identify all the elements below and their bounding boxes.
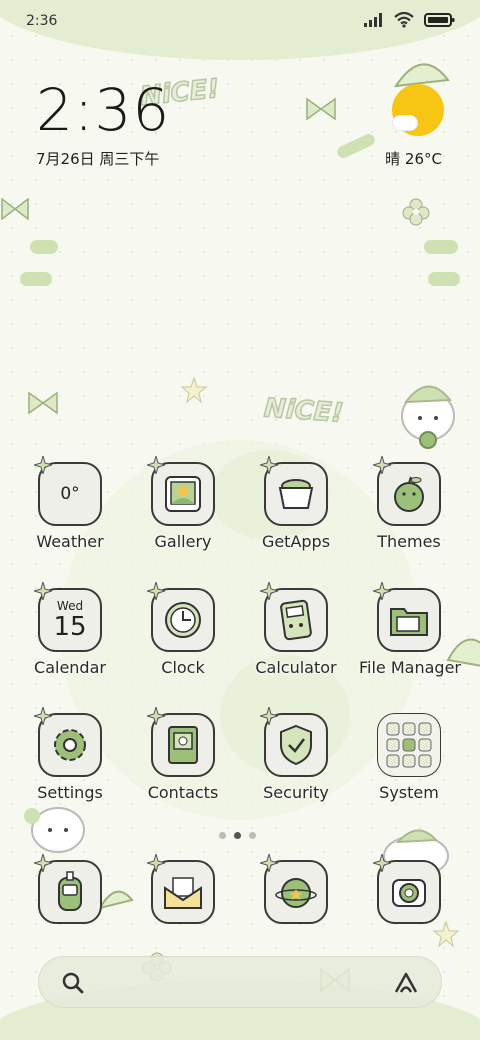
app-label: Calendar xyxy=(34,658,106,677)
app-label: Weather xyxy=(36,532,104,551)
dash-decor xyxy=(424,240,458,254)
envelope-icon[interactable] xyxy=(147,854,215,924)
search-bar[interactable] xyxy=(38,956,442,1008)
apple-icon[interactable] xyxy=(373,456,441,526)
cloud-icon xyxy=(392,115,418,131)
sparkle-icon xyxy=(260,582,278,600)
sparkle-icon xyxy=(147,456,165,474)
app-getapps[interactable]: GetApps xyxy=(246,456,346,551)
signal-icon xyxy=(364,13,382,27)
sparkle-icon xyxy=(373,456,391,474)
apple-planet-icon[interactable] xyxy=(260,854,328,924)
app-clock[interactable]: Clock xyxy=(133,582,233,677)
assistant-icon[interactable] xyxy=(393,971,419,995)
sparkle-icon xyxy=(260,854,278,872)
app-label: Gallery xyxy=(154,532,212,551)
shield-icon[interactable] xyxy=(260,707,328,777)
sparkle-icon xyxy=(147,707,165,725)
weather-temp-text: 0° xyxy=(60,484,80,504)
app-label: Settings xyxy=(37,783,103,802)
nice-decor-text: NiCE! xyxy=(262,393,345,430)
sparkle-icon xyxy=(147,582,165,600)
bow-decor xyxy=(306,97,336,121)
gear-icon[interactable] xyxy=(34,707,102,777)
dash-decor xyxy=(20,272,52,286)
folder-icon[interactable] xyxy=(373,582,441,652)
status-time: 2:36 xyxy=(26,13,58,29)
page-dot[interactable] xyxy=(219,832,226,839)
app-weather[interactable]: 0° Weather xyxy=(20,456,120,551)
calculator-icon[interactable] xyxy=(260,582,328,652)
sparkle-icon xyxy=(260,456,278,474)
dash-decor xyxy=(428,272,460,286)
app-label: Clock xyxy=(161,658,205,677)
camera-icon[interactable] xyxy=(373,854,441,924)
sparkle-icon xyxy=(260,707,278,725)
app-label: System xyxy=(379,783,439,802)
contacts-book-icon[interactable] xyxy=(147,707,215,777)
app-label: GetApps xyxy=(261,532,331,551)
bow-decor xyxy=(1,197,29,221)
calendar-day-text: Wed xyxy=(56,599,84,613)
star-decor xyxy=(180,376,208,404)
weather-app-icon[interactable]: 0° xyxy=(34,456,102,526)
dock-browser[interactable] xyxy=(246,854,346,924)
app-security[interactable]: Security xyxy=(246,707,346,802)
sparkle-icon xyxy=(34,582,52,600)
sparkle-icon xyxy=(373,582,391,600)
sparkle-icon xyxy=(147,854,165,872)
sparkle-icon xyxy=(373,854,391,872)
dock-phone[interactable] xyxy=(20,854,120,924)
flower-decor xyxy=(402,198,430,226)
status-bar: 2:36 xyxy=(0,0,480,40)
app-gallery[interactable]: Gallery xyxy=(133,456,233,551)
calendar-icon[interactable]: Wed 15 xyxy=(34,582,102,652)
bow-decor xyxy=(28,391,58,415)
app-contacts[interactable]: Contacts xyxy=(133,707,233,802)
picture-frame-icon xyxy=(165,476,201,512)
app-settings[interactable]: Settings xyxy=(20,707,120,802)
sparkle-icon xyxy=(34,854,52,872)
app-label: Security xyxy=(263,783,329,802)
folder-grid-icon[interactable] xyxy=(377,713,441,777)
clock-widget-time[interactable]: 2:36 xyxy=(36,80,170,140)
app-calculator[interactable]: Calculator xyxy=(246,582,346,677)
page-indicator[interactable] xyxy=(219,832,256,839)
app-label: File Manager xyxy=(359,658,461,677)
app-label: Calculator xyxy=(255,658,337,677)
shopping-bag-icon[interactable] xyxy=(260,456,328,526)
star-decor xyxy=(432,920,460,948)
battery-icon xyxy=(424,13,455,27)
walkie-phone-icon[interactable] xyxy=(34,854,102,924)
search-icon[interactable] xyxy=(61,971,85,995)
app-label: Contacts xyxy=(147,783,219,802)
weather-widget-text[interactable]: 晴 26°C xyxy=(385,148,442,169)
calendar-date-text: 15 xyxy=(53,612,87,642)
wifi-icon xyxy=(394,12,414,28)
app-label: Themes xyxy=(377,532,441,551)
app-calendar[interactable]: Wed 15 Calendar xyxy=(20,582,120,677)
gallery-icon[interactable] xyxy=(147,456,215,526)
sparkle-icon xyxy=(34,707,52,725)
dock-camera[interactable] xyxy=(359,854,459,924)
app-system-folder[interactable]: System xyxy=(359,713,459,802)
app-themes[interactable]: Themes xyxy=(359,456,459,551)
page-dot-active[interactable] xyxy=(234,832,241,839)
clock-widget-date[interactable]: 7月26日 周三下午 xyxy=(36,148,159,169)
cat-decor xyxy=(401,385,455,449)
dock-messages[interactable] xyxy=(133,854,233,924)
cat-decor xyxy=(24,807,85,853)
page-dot[interactable] xyxy=(249,832,256,839)
dash-decor xyxy=(30,240,58,254)
sparkle-icon xyxy=(34,456,52,474)
clock-icon[interactable] xyxy=(147,582,215,652)
app-file-manager[interactable]: File Manager xyxy=(359,582,461,677)
